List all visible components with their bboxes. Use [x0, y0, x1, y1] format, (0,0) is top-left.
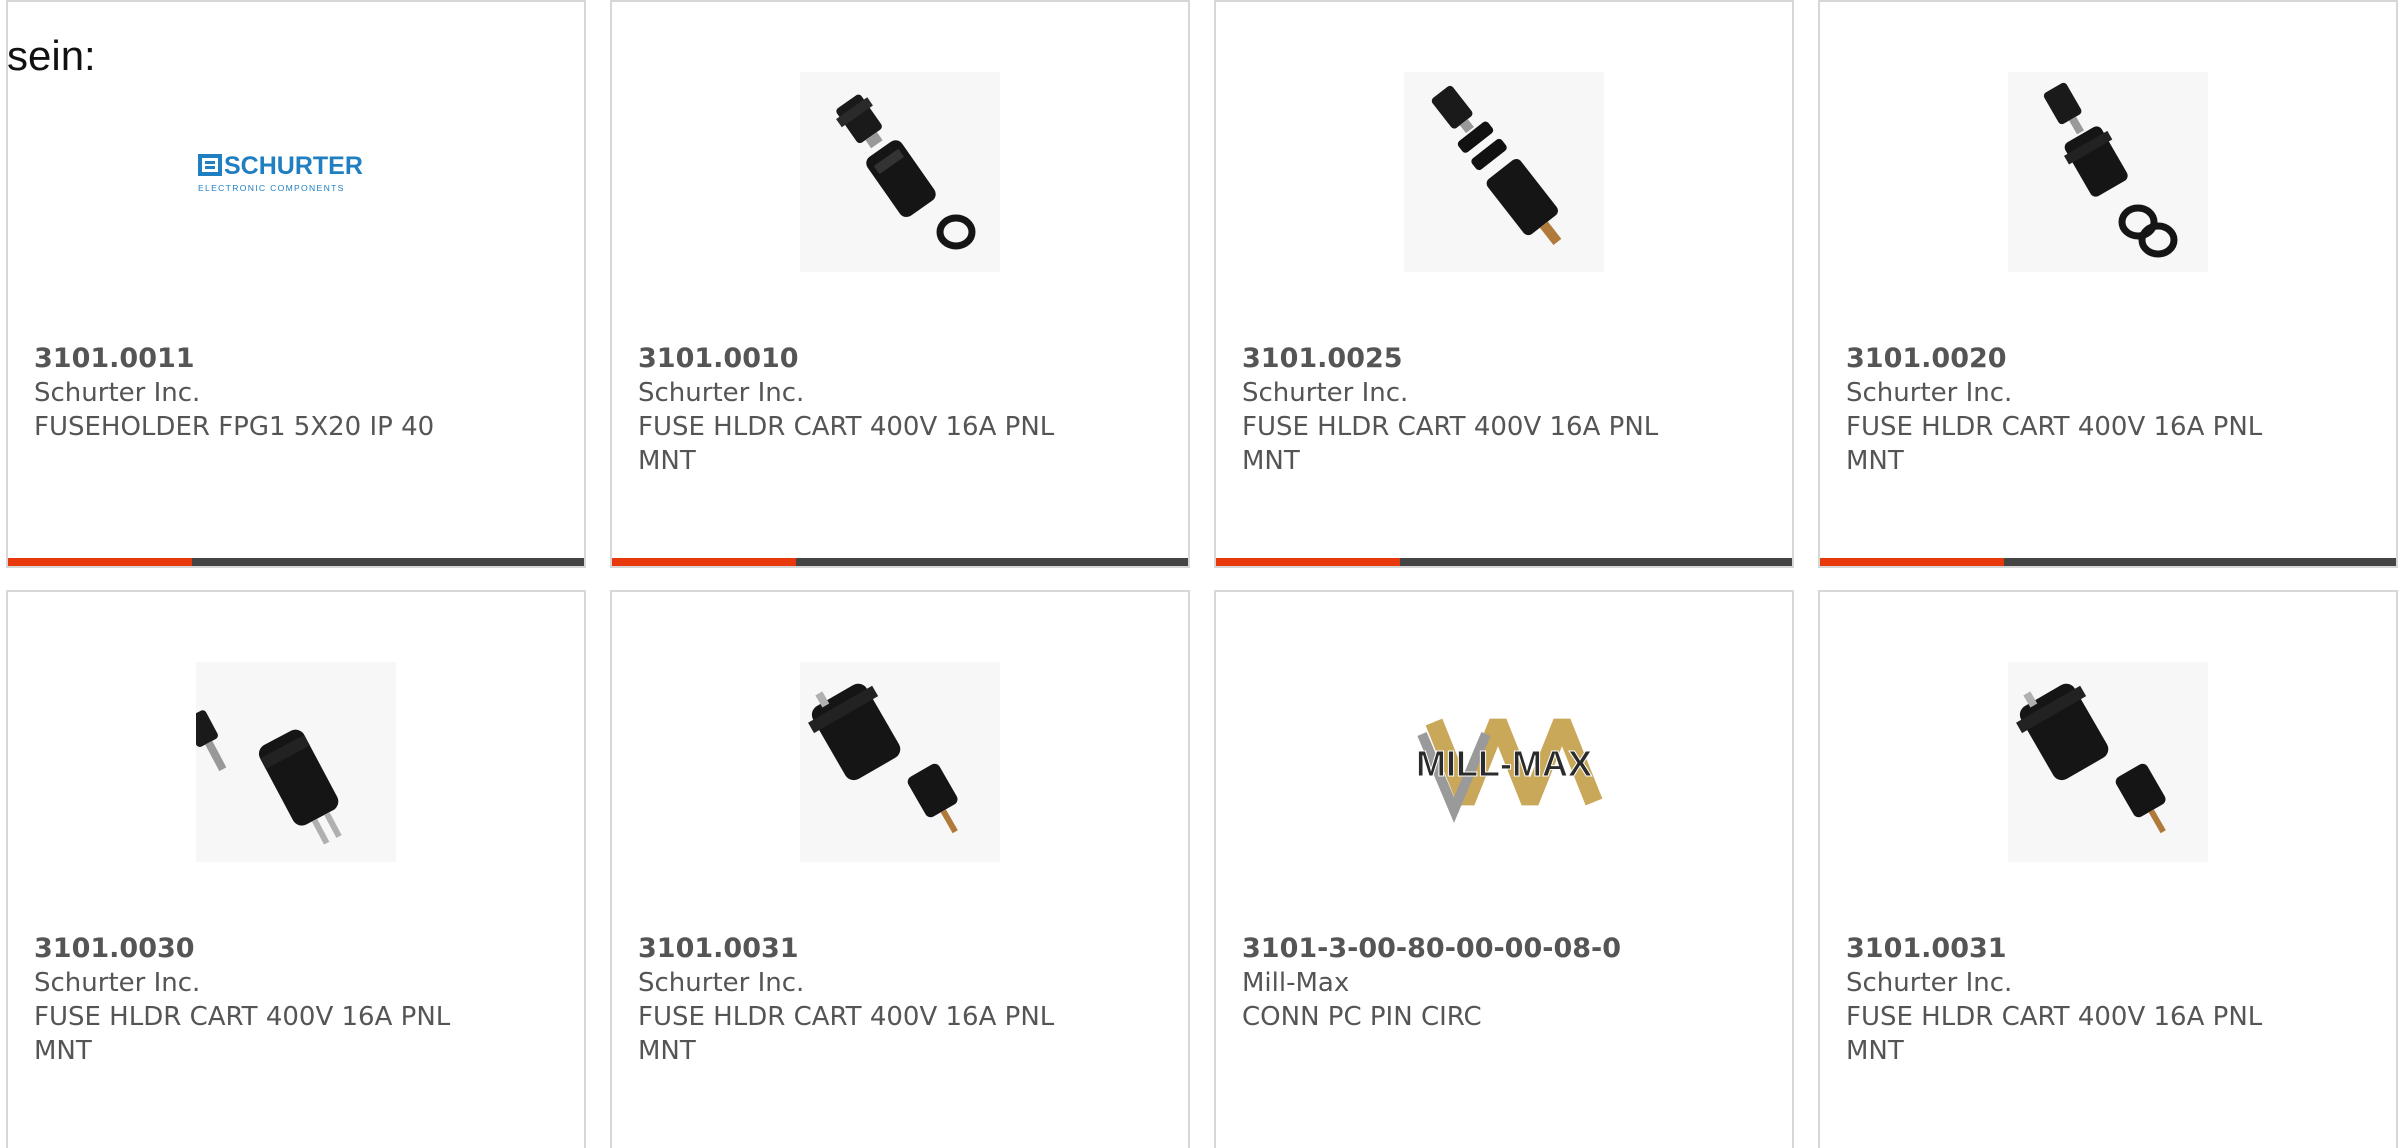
product-image[interactable]: [2008, 72, 2208, 272]
description: FUSE HLDR CART 400V 16A PNL MNT: [638, 412, 1055, 476]
product-info: 3101.0030 Schurter Inc. FUSE HLDR CART 4…: [34, 932, 474, 1068]
fuse-holder-icon: [2043, 82, 2178, 258]
manufacturer: Schurter Inc.: [1242, 378, 1409, 408]
description: FUSE HLDR CART 400V 16A PNL MNT: [1846, 1002, 2263, 1066]
manufacturer: Schurter Inc.: [34, 968, 201, 998]
svg-text:ELECTRONIC COMPONENTS: ELECTRONIC COMPONENTS: [198, 183, 345, 193]
product-info: 3101.0031 Schurter Inc. FUSE HLDR CART 4…: [638, 932, 1078, 1068]
product-card[interactable]: 3101.0010 Schurter Inc. FUSE HLDR CART 4…: [610, 0, 1190, 568]
product-card[interactable]: 3101.0020 Schurter Inc. FUSE HLDR CART 4…: [1818, 0, 2398, 568]
product-info: 3101.0011 Schurter Inc. FUSEHOLDER FPG1 …: [34, 342, 474, 444]
part-number[interactable]: 3101.0020: [1846, 342, 2286, 376]
product-grid-page: sein: SCHURTER ELECTRONIC COMPONENTS 310…: [0, 0, 2400, 1148]
description: FUSE HLDR CART 400V 16A PNL MNT: [1242, 412, 1659, 476]
manufacturer: Schurter Inc.: [638, 968, 805, 998]
manufacturer: Mill-Max: [1242, 968, 1350, 998]
product-image[interactable]: [196, 662, 396, 862]
card-bar: [612, 558, 1188, 566]
product-info: 3101-3-00-80-00-00-08-0 Mill-Max CONN PC…: [1242, 932, 1682, 1034]
card-bar: [1820, 558, 2396, 566]
part-number[interactable]: 3101-3-00-80-00-00-08-0: [1242, 932, 1682, 966]
mill-max-logo-icon: MILL-MAX: [1416, 718, 1603, 823]
product-info: 3101.0010 Schurter Inc. FUSE HLDR CART 4…: [638, 342, 1078, 478]
product-image[interactable]: MILL-MAX: [1404, 662, 1604, 862]
intro-text: sein:: [7, 32, 96, 79]
card-bar-accent: [1216, 558, 1401, 566]
product-image[interactable]: [1404, 72, 1604, 272]
product-image[interactable]: [800, 72, 1000, 272]
card-bar-accent: [8, 558, 193, 566]
part-number[interactable]: 3101.0011: [34, 342, 474, 376]
card-bar: [1216, 558, 1792, 566]
card-bar-accent: [1820, 558, 2005, 566]
product-info: 3101.0020 Schurter Inc. FUSE HLDR CART 4…: [1846, 342, 2286, 478]
product-card[interactable]: 3101.0025 Schurter Inc. FUSE HLDR CART 4…: [1214, 0, 1794, 568]
product-info: 3101.0031 Schurter Inc. FUSE HLDR CART 4…: [1846, 932, 2286, 1068]
part-number[interactable]: 3101.0031: [1846, 932, 2286, 966]
description: CONN PC PIN CIRC: [1242, 1002, 1482, 1032]
manufacturer: Schurter Inc.: [1846, 968, 2013, 998]
description: FUSE HLDR CART 400V 16A PNL MNT: [34, 1002, 451, 1066]
fuse-holder-icon: [836, 94, 976, 250]
manufacturer: Schurter Inc.: [638, 378, 805, 408]
product-card[interactable]: 3101.0031 Schurter Inc. FUSE HLDR CART 4…: [1818, 590, 2398, 1148]
part-number[interactable]: 3101.0010: [638, 342, 1078, 376]
schurter-logo-icon: SCHURTER ELECTRONIC COMPONENTS: [198, 152, 363, 193]
product-image[interactable]: SCHURTER ELECTRONIC COMPONENTS: [196, 72, 396, 272]
description: FUSE HLDR CART 400V 16A PNL MNT: [1846, 412, 2263, 476]
product-card[interactable]: 3101.0031 Schurter Inc. FUSE HLDR CART 4…: [610, 590, 1190, 1148]
part-number[interactable]: 3101.0031: [638, 932, 1078, 966]
description: FUSEHOLDER FPG1 5X20 IP 40: [34, 412, 435, 442]
card-bar: [8, 558, 584, 566]
manufacturer: Schurter Inc.: [1846, 378, 2013, 408]
manufacturer: Schurter Inc.: [34, 378, 201, 408]
card-bar-accent: [612, 558, 797, 566]
description: FUSE HLDR CART 400V 16A PNL MNT: [638, 1002, 1055, 1066]
product-card[interactable]: 3101.0030 Schurter Inc. FUSE HLDR CART 4…: [6, 590, 586, 1148]
fuse-holder-icon: [1431, 85, 1562, 246]
fuse-holder-icon: [196, 710, 342, 845]
product-card[interactable]: MILL-MAX 3101-3-00-80-00-00-08-0 Mill-Ma…: [1214, 590, 1794, 1148]
product-card[interactable]: SCHURTER ELECTRONIC COMPONENTS 3101.0011…: [6, 0, 586, 568]
product-info: 3101.0025 Schurter Inc. FUSE HLDR CART 4…: [1242, 342, 1682, 478]
product-image[interactable]: [2008, 662, 2208, 862]
product-image[interactable]: [800, 662, 1000, 862]
part-number[interactable]: 3101.0030: [34, 932, 474, 966]
fuse-holder-icon: [808, 683, 958, 834]
svg-text:MILL-MAX: MILL-MAX: [1416, 743, 1592, 784]
part-number[interactable]: 3101.0025: [1242, 342, 1682, 376]
svg-text:SCHURTER: SCHURTER: [224, 152, 363, 180]
fuse-holder-icon: [2016, 683, 2166, 834]
